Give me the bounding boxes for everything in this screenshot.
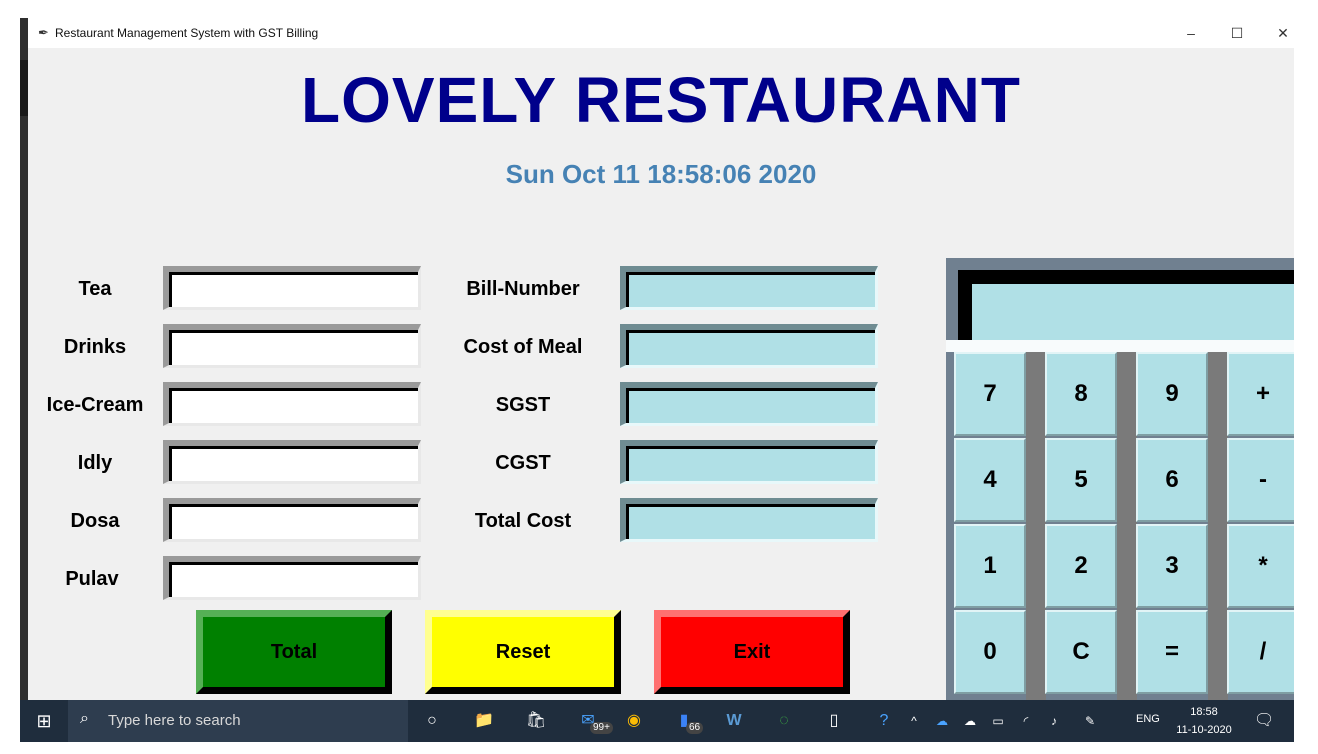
window-title: Restaurant Management System with GST Bi… [55, 26, 319, 40]
tea-entry[interactable] [163, 266, 421, 310]
word-icon[interactable]: W [720, 708, 748, 734]
language-indicator[interactable]: ENG [1136, 713, 1160, 725]
dosa-entry[interactable] [163, 498, 421, 542]
search-placeholder: Type here to search [108, 712, 241, 729]
desktop-edge-dark [20, 60, 28, 116]
store-icon[interactable]: 🛍 [522, 708, 550, 734]
key-4[interactable]: 4 [954, 438, 1026, 522]
volume-icon[interactable]: ♪ [1040, 708, 1068, 734]
notification-icon[interactable]: 🗨 [1254, 710, 1274, 730]
datetime-label: Sun Oct 11 18:58:06 2020 [505, 159, 817, 189]
label-tea: Tea [78, 278, 112, 300]
calculator-display[interactable] [958, 270, 1294, 340]
key-multiply[interactable]: * [1227, 524, 1294, 608]
total-cost-entry[interactable] [620, 498, 878, 542]
mail-icon[interactable]: ✉ 99+ [574, 708, 613, 734]
key-8[interactable]: 8 [1045, 352, 1117, 436]
key-5[interactable]: 5 [1045, 438, 1117, 522]
exit-button[interactable]: Exit [654, 610, 850, 694]
key-2[interactable]: 2 [1045, 524, 1117, 608]
onedrive-icon[interactable]: ☁ [928, 708, 956, 734]
clock-date: 11-10-2020 [1176, 724, 1232, 736]
label-drinks: Drinks [63, 336, 127, 358]
key-1[interactable]: 1 [954, 524, 1026, 608]
bill-number-entry[interactable] [620, 266, 878, 310]
calculator: 7 8 9 + 4 5 6 - 1 2 3 * 0 C = / [946, 258, 1294, 700]
search-icon: ⌕ [80, 710, 89, 727]
title-bar[interactable]: ✒ Restaurant Management System with GST … [28, 18, 1294, 48]
close-button[interactable]: ✕ [1260, 18, 1294, 48]
phone-icon[interactable]: ▮ 66 [670, 708, 704, 734]
drinks-entry[interactable] [163, 324, 421, 368]
maximize-button[interactable]: ☐ [1214, 18, 1260, 48]
feather-icon: ✒ [38, 25, 49, 40]
key-separator [1026, 352, 1046, 700]
chrome-icon[interactable]: ◉ [620, 708, 648, 734]
label-bill-number: Bill-Number [466, 278, 580, 300]
label-pulav: Pulav [65, 568, 119, 590]
task-view-icon[interactable]: ○ [418, 708, 446, 734]
idly-entry[interactable] [163, 440, 421, 484]
clock[interactable]: 18:58 11-10-2020 [1172, 703, 1236, 739]
label-total-cost: Total Cost [474, 510, 572, 532]
label-dosa: Dosa [70, 510, 120, 532]
minimize-button[interactable]: – [1168, 18, 1214, 48]
windows-start-icon[interactable]: ⊞ [20, 700, 68, 742]
clock-time: 18:58 [1190, 706, 1218, 718]
key-equals[interactable]: = [1136, 610, 1208, 694]
key-plus[interactable]: + [1227, 352, 1294, 436]
key-divide[interactable]: / [1227, 610, 1294, 694]
total-button[interactable]: Total [196, 610, 392, 694]
key-0[interactable]: 0 [954, 610, 1026, 694]
battery-icon[interactable]: ▭ [984, 708, 1012, 734]
pen-icon[interactable]: ✎ [1076, 708, 1104, 734]
key-minus[interactable]: - [1227, 438, 1294, 522]
tray-expand-icon[interactable]: ^ [900, 708, 928, 734]
app-window: ✒ Restaurant Management System with GST … [28, 18, 1294, 700]
key-6[interactable]: 6 [1136, 438, 1208, 522]
phone-badge: 66 [686, 722, 704, 734]
file-explorer-icon[interactable]: 📁 [470, 708, 498, 734]
label-ice-cream: Ice-Cream [46, 394, 144, 416]
cloud-icon[interactable]: ☁ [956, 708, 984, 734]
key-9[interactable]: 9 [1136, 352, 1208, 436]
desktop-edge [20, 18, 28, 700]
sgst-entry[interactable] [620, 382, 878, 426]
circle-app-icon[interactable]: ◌ [770, 708, 798, 734]
document-icon[interactable]: ▯ [820, 708, 848, 734]
label-cgst: CGST [495, 452, 551, 474]
restaurant-title: LOVELY RESTAURANT [301, 64, 1021, 136]
key-separator [1208, 352, 1228, 700]
label-idly: Idly [77, 452, 113, 474]
wifi-icon[interactable]: ◜ [1012, 708, 1040, 734]
ice-cream-entry[interactable] [163, 382, 421, 426]
label-cost-of-meal: Cost of Meal [463, 336, 583, 358]
key-7[interactable]: 7 [954, 352, 1026, 436]
reset-button[interactable]: Reset [425, 610, 621, 694]
mail-badge: 99+ [590, 722, 613, 734]
taskbar: ⊞ ⌕ Type here to search ○ 📁 🛍 ✉ 99+ ◉ ▮ 66… [20, 700, 1294, 742]
label-sgst: SGST [495, 394, 551, 416]
key-3[interactable]: 3 [1136, 524, 1208, 608]
key-separator [1117, 352, 1137, 700]
pulav-entry[interactable] [163, 556, 421, 600]
cgst-entry[interactable] [620, 440, 878, 484]
calculator-display-edge [946, 340, 1294, 352]
cost-of-meal-entry[interactable] [620, 324, 878, 368]
help-icon[interactable]: ? [870, 708, 898, 734]
taskbar-search[interactable]: ⌕ Type here to search [68, 700, 408, 742]
key-clear[interactable]: C [1045, 610, 1117, 694]
